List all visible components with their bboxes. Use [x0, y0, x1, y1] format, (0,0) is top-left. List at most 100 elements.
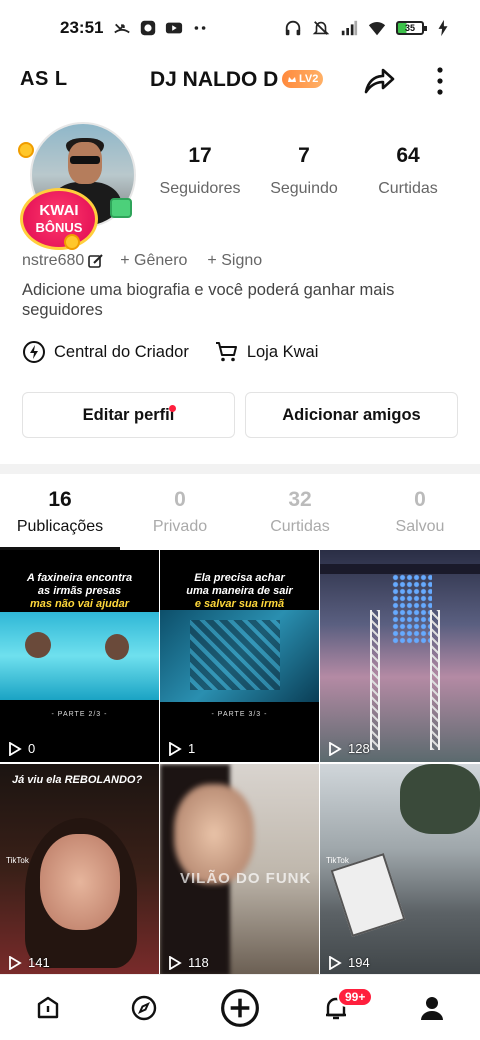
notification-dot [169, 405, 176, 412]
view-count: 0 [28, 741, 36, 756]
stat-likes[interactable]: 64 Curtidas [358, 144, 458, 198]
post-caption: A faxineira encontra as irmãs presas mas… [26, 572, 133, 610]
post-part-label: - PARTE 3/3 - [211, 711, 268, 718]
add-friends-label: Adicionar amigos [282, 405, 421, 424]
bottom-nav: 99+ [0, 974, 480, 1040]
stat-following[interactable]: 7 Seguindo [254, 144, 354, 198]
home-icon [37, 996, 59, 1018]
kwai-bonus-line2: BÔNUS [35, 220, 83, 235]
play-icon [329, 741, 342, 756]
nav-discover[interactable] [119, 983, 169, 1033]
level-badge-label: LV2 [299, 73, 319, 85]
battery-icon: 35 [396, 21, 427, 35]
tab-label: Salvou [395, 518, 445, 535]
headphones-icon [285, 20, 301, 36]
stat-value: 17 [188, 144, 212, 167]
post-thumbnail[interactable]: Já viu ela REBOLANDO? TikTok 141 [0, 764, 159, 976]
view-count: 118 [188, 955, 209, 970]
create-icon [221, 988, 259, 1027]
play-icon [329, 955, 342, 970]
mute-icon [312, 21, 330, 35]
add-sign-chip[interactable]: + Signo [207, 252, 262, 270]
nav-profile[interactable] [407, 983, 457, 1033]
post-watermark: VILÃO DO FUNK [180, 870, 312, 887]
profile-icon [421, 996, 443, 1020]
post-thumbnail[interactable]: A faxineira encontra as irmãs presas mas… [0, 550, 159, 762]
post-views: 128 [328, 741, 370, 756]
tab-saved[interactable]: 0 Salvou [360, 488, 480, 550]
more-dots-icon [195, 26, 206, 30]
section-divider [0, 464, 480, 474]
profile-actions: Editar perfil Adicionar amigos [22, 392, 458, 438]
view-count: 141 [28, 955, 50, 970]
notifications-badge: 99+ [337, 986, 374, 1007]
account-switch-name[interactable]: AS L [20, 68, 68, 91]
tab-publications[interactable]: 16 Publicações [0, 488, 120, 550]
tab-count: 0 [414, 488, 426, 511]
stat-label: Curtidas [378, 180, 438, 197]
post-thumbnail[interactable]: Ela precisa achar uma maneira de sair e … [160, 550, 319, 762]
app-icon [141, 20, 156, 36]
stat-value: 7 [298, 144, 310, 167]
gift-icon [110, 198, 132, 218]
post-views: 141 [8, 955, 50, 970]
play-icon [169, 955, 182, 970]
share-icon[interactable] [362, 64, 396, 98]
youtube-icon [166, 22, 183, 34]
signal-icon [341, 20, 358, 36]
stat-label: Seguindo [270, 180, 338, 197]
coin-icon [18, 142, 34, 158]
creator-center-link[interactable]: Central do Criador [22, 340, 189, 364]
kwai-bonus-badge[interactable]: KWAI BÔNUS [20, 188, 98, 250]
tab-label: Privado [152, 518, 208, 535]
stat-value: 64 [396, 144, 420, 167]
post-thumbnail[interactable]: VILÃO DO FUNK 118 [160, 764, 319, 976]
play-icon [9, 741, 22, 756]
page-title: DJ NALDO D [150, 68, 279, 91]
profile-header: AS L DJ NALDO D LV2 [0, 56, 480, 106]
tab-likes[interactable]: 32 Curtidas [240, 488, 360, 550]
edit-profile-label: Editar perfil [82, 405, 175, 424]
tiktok-watermark: TikTok [326, 856, 349, 865]
missed-call-icon [114, 23, 131, 34]
nav-notifications[interactable]: 99+ [311, 983, 374, 1033]
add-gender-chip[interactable]: + Gênero [120, 252, 187, 270]
tab-count: 32 [288, 488, 312, 511]
nav-create[interactable] [215, 983, 265, 1033]
nav-home[interactable] [23, 983, 73, 1033]
view-count: 128 [348, 741, 370, 756]
tab-count: 16 [48, 488, 72, 511]
status-bar: 23:51 35 [0, 0, 480, 56]
post-caption: Ela precisa achar uma maneira de sair e … [186, 572, 293, 610]
view-count: 194 [348, 955, 370, 970]
charging-icon [438, 19, 448, 37]
post-thumbnail[interactable]: TikTok 194 [320, 764, 480, 976]
cart-icon [215, 342, 237, 362]
stat-followers[interactable]: 17 Seguidores [150, 144, 250, 198]
tiktok-watermark: TikTok [6, 856, 29, 865]
coin-icon [64, 234, 80, 250]
post-views: 0 [8, 741, 35, 756]
more-options-icon[interactable] [430, 64, 450, 98]
tab-label: Publicações [16, 518, 104, 535]
creator-center-label: Central do Criador [54, 342, 189, 361]
profile-info-row: nstre680 + Gênero + Signo [22, 252, 282, 270]
tab-count: 0 [174, 488, 186, 511]
discover-icon [131, 995, 157, 1020]
level-badge[interactable]: LV2 [282, 70, 324, 88]
user-id: nstre680 [22, 252, 85, 269]
avatar-area[interactable]: KWAI BÔNUS [14, 122, 136, 252]
post-views: 118 [168, 955, 209, 970]
add-friends-button[interactable]: Adicionar amigos [245, 392, 458, 438]
post-thumbnail[interactable]: 128 [320, 550, 480, 762]
edit-icon[interactable] [88, 253, 104, 269]
bio-prompt[interactable]: Adicione uma biografia e você poderá gan… [22, 280, 462, 320]
edit-profile-button[interactable]: Editar perfil [22, 392, 235, 438]
profile-stats: 17 Seguidores 7 Seguindo 64 Curtidas [150, 144, 460, 198]
view-count: 1 [188, 741, 196, 756]
tab-private[interactable]: 0 Privado [120, 488, 240, 550]
post-views: 194 [328, 955, 370, 970]
posts-grid: A faxineira encontra as irmãs presas mas… [0, 550, 480, 976]
kwai-shop-link[interactable]: Loja Kwai [215, 340, 318, 364]
post-caption: Já viu ela REBOLANDO? [12, 774, 143, 786]
